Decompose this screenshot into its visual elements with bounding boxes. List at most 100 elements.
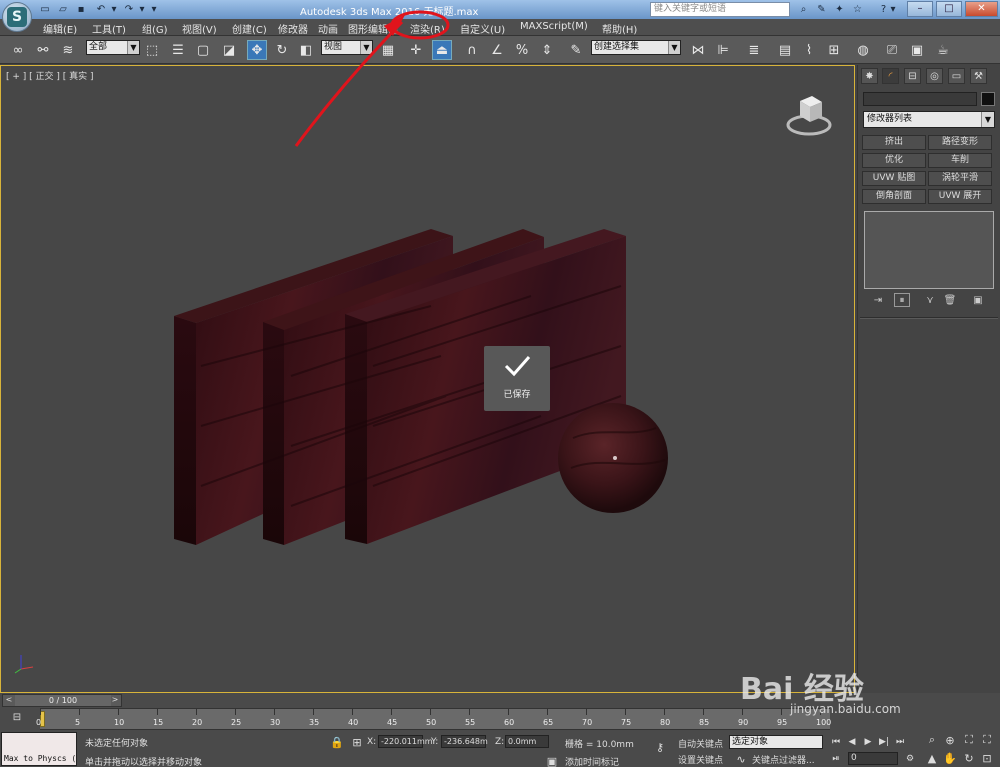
go-to-end-icon[interactable]: ⏭ — [893, 735, 907, 748]
redo-dropdown-icon[interactable]: ▾ — [138, 2, 146, 16]
subscription-icon[interactable]: ✎ — [814, 2, 829, 17]
align-icon[interactable]: ⊫ — [713, 40, 733, 60]
show-end-result-icon[interactable]: ⏸ — [894, 293, 910, 307]
named-selection-dropdown[interactable]: 创建选择集 ▼ — [591, 40, 681, 55]
menu-views[interactable]: 视图(V) — [182, 21, 217, 36]
lathe-button[interactable]: 车削 — [928, 153, 992, 168]
select-and-rotate-icon[interactable]: ↻ — [272, 40, 292, 60]
curve-editor-icon[interactable]: ⌇ — [799, 40, 819, 60]
maxscript-listener[interactable]: Max to Physcs ( — [1, 732, 77, 766]
select-object-icon[interactable]: ⬚ — [142, 40, 162, 60]
reference-coord-dropdown[interactable]: 视图 ▼ — [321, 40, 373, 55]
favorites-icon[interactable]: ☆ — [850, 2, 865, 17]
binoculars-icon[interactable]: ⌕ — [796, 2, 811, 17]
play-icon[interactable]: ▶ — [861, 735, 875, 748]
viewcube[interactable] — [786, 91, 832, 137]
undo-icon[interactable]: ↶ — [94, 2, 108, 16]
z-coordinate-field[interactable]: 0.0mm — [505, 735, 549, 748]
time-slider[interactable]: < 0 / 100 > — [2, 694, 122, 707]
field-of-view-icon[interactable]: ▲ — [925, 751, 939, 765]
bind-space-warp-icon[interactable]: ≋ — [58, 40, 78, 60]
key-mode-icon[interactable]: ⏯ — [829, 752, 843, 765]
key-filters-button[interactable]: 关键点过滤器... — [752, 753, 815, 766]
maximize-viewport-icon[interactable]: ⊡ — [980, 751, 994, 765]
menu-rendering[interactable]: 渲染(R) — [410, 21, 445, 36]
zoom-icon[interactable]: ⌕ — [925, 733, 939, 747]
keyboard-shortcut-override-icon[interactable]: ⏏ — [432, 40, 452, 60]
bevel-profile-button[interactable]: 倒角剖面 — [862, 189, 926, 204]
time-tag-icon[interactable]: ▣ — [545, 754, 559, 767]
render-production-icon[interactable]: ☕ — [933, 40, 953, 60]
graphite-ribbon-icon[interactable]: ▤ — [775, 40, 795, 60]
hierarchy-tab-icon[interactable]: ⊟ — [904, 68, 921, 84]
undo-dropdown-icon[interactable]: ▾ — [110, 2, 118, 16]
modifier-stack-list[interactable] — [864, 211, 994, 289]
select-and-move-icon[interactable]: ✥ — [247, 40, 267, 60]
save-file-icon[interactable]: ▪ — [74, 2, 88, 16]
menu-tools[interactable]: 工具(T) — [92, 21, 126, 36]
motion-tab-icon[interactable]: ◎ — [926, 68, 943, 84]
angle-snap-icon[interactable]: ∠ — [487, 40, 507, 60]
maximize-button[interactable]: □ — [936, 1, 962, 17]
y-coordinate-field[interactable]: -236.648m — [441, 735, 488, 748]
menu-create[interactable]: 创建(C) — [232, 21, 267, 36]
select-and-scale-icon[interactable]: ◧ — [296, 40, 316, 60]
utilities-tab-icon[interactable]: ⚒ — [970, 68, 987, 84]
perspective-viewport[interactable]: [ + ] [ 正交 ] [ 真实 ] 已保存 — [0, 65, 855, 693]
time-next-icon[interactable]: > — [109, 695, 121, 706]
window-crossing-icon[interactable]: ◪ — [219, 40, 239, 60]
display-tab-icon[interactable]: ▭ — [948, 68, 965, 84]
help-dropdown-icon[interactable]: ▾ — [889, 2, 897, 17]
rectangular-selection-icon[interactable]: ▢ — [193, 40, 213, 60]
current-frame-field[interactable]: 0 — [848, 752, 898, 765]
mini-curve-editor-icon[interactable]: ⊟ — [2, 712, 32, 726]
object-name-field[interactable] — [863, 92, 977, 106]
zoom-extents-all-icon[interactable]: ⛶ — [980, 733, 994, 747]
select-and-manipulate-icon[interactable]: ✛ — [406, 40, 426, 60]
open-file-icon[interactable]: ▱ — [56, 2, 70, 16]
selection-filter-dropdown[interactable]: 全部 ▼ — [86, 40, 140, 55]
modifier-list-dropdown[interactable]: 修改器列表 ▼ — [863, 111, 995, 128]
app-logo[interactable]: S — [2, 2, 32, 32]
x-coordinate-field[interactable]: -220.011mm — [378, 735, 433, 748]
add-time-tag[interactable]: 添加时间标记 — [565, 755, 619, 767]
minimize-button[interactable]: – — [907, 1, 933, 17]
search-input[interactable]: 键入关键字或短语 — [650, 2, 790, 17]
uvw-map-button[interactable]: UVW 贴图 — [862, 171, 926, 186]
spinner-snap-icon[interactable]: ⇕ — [537, 40, 557, 60]
menu-help[interactable]: 帮助(H) — [602, 21, 637, 36]
pan-view-icon[interactable]: ✋ — [943, 751, 957, 765]
lock-selection-icon[interactable]: 🔒 — [330, 735, 344, 749]
go-to-start-icon[interactable]: ⏮ — [829, 735, 843, 748]
create-tab-icon[interactable]: ✸ — [861, 68, 878, 84]
object-color-swatch[interactable] — [981, 92, 995, 106]
pivot-center-icon[interactable]: ▦ — [378, 40, 398, 60]
rendered-frame-window-icon[interactable]: ▣ — [907, 40, 927, 60]
time-prev-icon[interactable]: < — [3, 695, 15, 706]
selected-object-dropdown[interactable]: 选定对象 — [729, 735, 823, 749]
menu-group[interactable]: 组(G) — [142, 21, 168, 36]
make-unique-icon[interactable]: ⋎ — [922, 293, 938, 307]
menu-graph-editors[interactable]: 图形编辑器 — [348, 21, 398, 36]
optimize-button[interactable]: 优化 — [862, 153, 926, 168]
zoom-all-icon[interactable]: ⊕ — [943, 733, 957, 747]
pin-stack-icon[interactable]: ⇥ — [870, 293, 886, 307]
next-frame-icon[interactable]: ▶| — [877, 735, 891, 748]
wood-sphere[interactable] — [558, 403, 668, 513]
menu-maxscript[interactable]: MAXScript(M) — [520, 21, 588, 32]
unwrap-uvw-button[interactable]: UVW 展开 — [928, 189, 992, 204]
material-editor-icon[interactable]: ◍ — [853, 40, 873, 60]
modify-tab-icon[interactable]: ◜ — [882, 68, 899, 84]
time-config-icon[interactable]: ⚙ — [903, 752, 917, 765]
absolute-mode-icon[interactable]: ⊞ — [350, 735, 364, 749]
path-deform-button[interactable]: 路径变形 — [928, 135, 992, 150]
new-file-icon[interactable]: ▭ — [38, 2, 52, 16]
menu-customize[interactable]: 自定义(U) — [460, 21, 505, 36]
schematic-view-icon[interactable]: ⊞ — [824, 40, 844, 60]
quick-access-dropdown-icon[interactable]: ▾ — [150, 2, 158, 16]
orbit-icon[interactable]: ↻ — [962, 751, 976, 765]
menu-edit[interactable]: 编辑(E) — [43, 21, 77, 36]
menu-animation[interactable]: 动画 — [318, 21, 338, 36]
select-by-name-icon[interactable]: ☰ — [168, 40, 188, 60]
close-button[interactable]: ✕ — [965, 1, 998, 17]
